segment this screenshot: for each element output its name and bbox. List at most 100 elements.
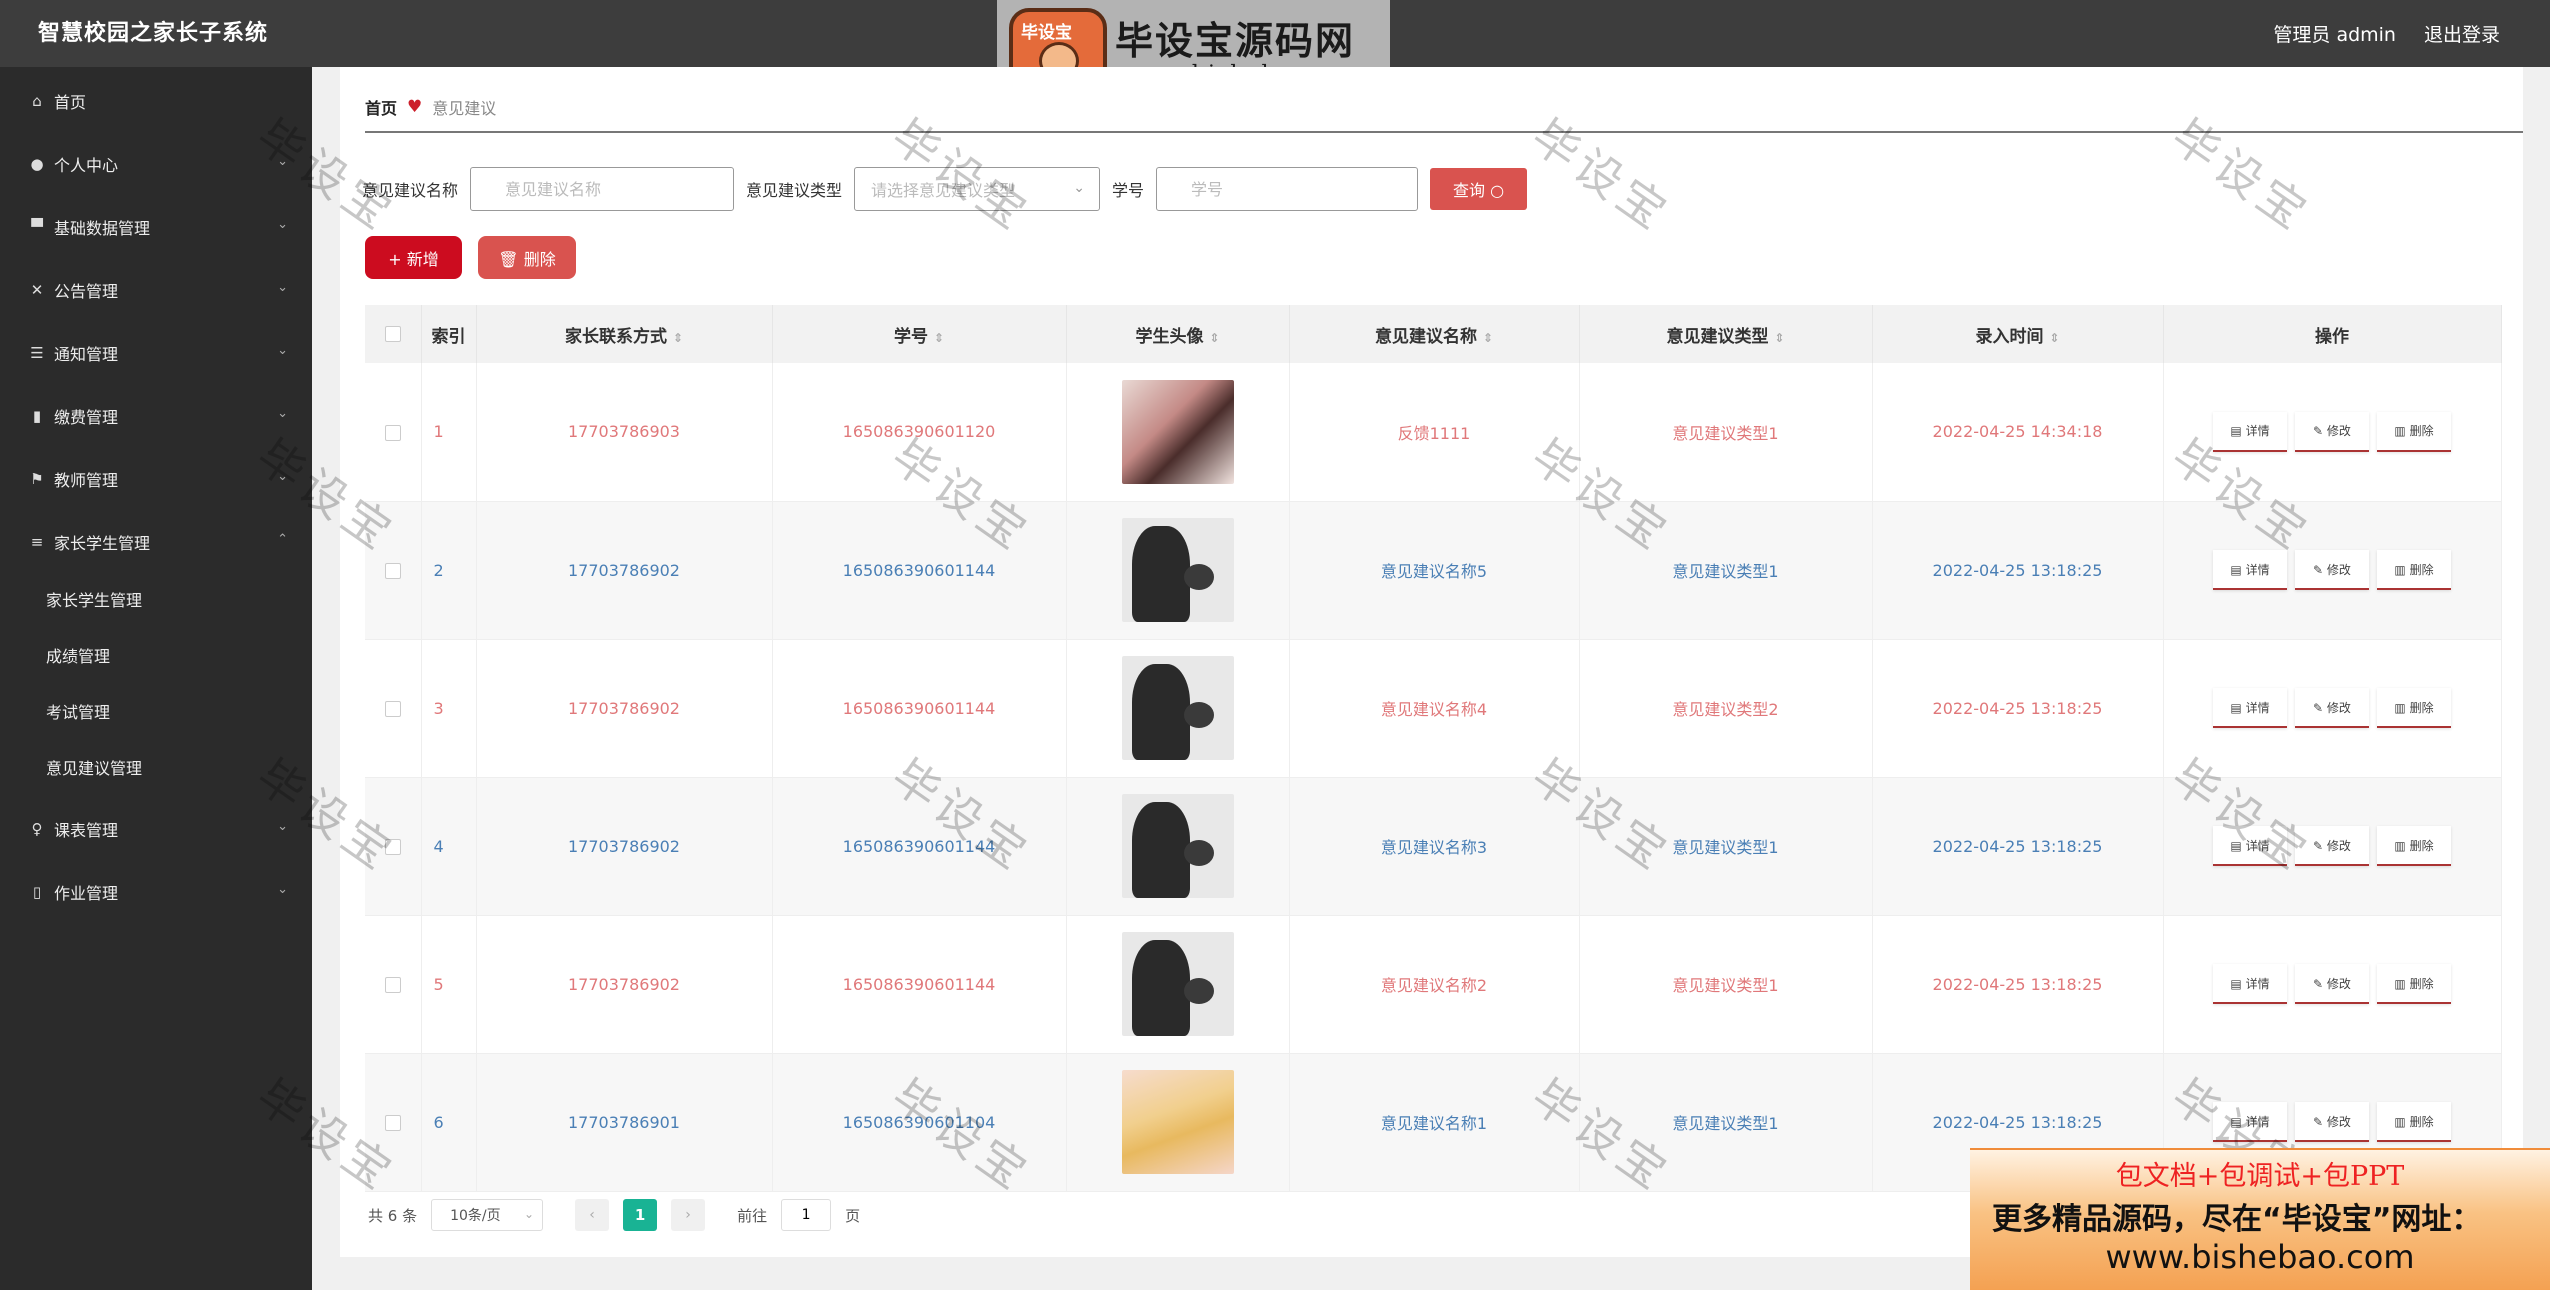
sidebar-item-parent-student[interactable]: ≡ 家长学生管理 ⌃: [0, 510, 312, 573]
row-checkbox[interactable]: [384, 1115, 401, 1131]
avatar-header[interactable]: 学生头像 ⇕: [1066, 305, 1290, 363]
edit-label: 修改: [2326, 700, 2351, 715]
delete-label: 删除: [2409, 976, 2434, 991]
detail-button[interactable]: ▤ 详情: [2213, 826, 2287, 866]
admin-user-label[interactable]: 管理员 admin: [2273, 20, 2396, 47]
detail-label: 详情: [2245, 838, 2270, 853]
name-header[interactable]: 意见建议名称 ⇕: [1289, 305, 1580, 363]
student-number-input[interactable]: [1156, 167, 1419, 211]
select-all-checkbox[interactable]: [384, 326, 401, 342]
edit-button[interactable]: ✎ 修改: [2295, 826, 2369, 866]
sidebar-subitem-parent-student[interactable]: 家长学生管理: [0, 573, 312, 629]
edit-button[interactable]: ✎ 修改: [2295, 964, 2369, 1004]
feedback-name-input[interactable]: [470, 167, 735, 211]
sort-icon[interactable]: ⇕: [2049, 331, 2059, 345]
sort-icon[interactable]: ⇕: [1209, 331, 1219, 345]
detail-label: 详情: [2245, 700, 2270, 715]
row-student-no: 165086390601144: [772, 777, 1067, 916]
type-header[interactable]: 意见建议类型 ⇕: [1579, 305, 1873, 363]
select-all-header[interactable]: [365, 305, 422, 363]
page-size-select[interactable]: 10条/页 ⌄: [431, 1199, 544, 1231]
delete-button[interactable]: ▥ 删除: [2377, 826, 2451, 866]
row-name: 意见建议名称2: [1289, 915, 1580, 1054]
sidebar-item-notice[interactable]: ☰ 通知管理 ⌄: [0, 321, 312, 384]
sidebar-subitem-grades[interactable]: 成绩管理: [0, 629, 312, 685]
page-jump-input[interactable]: [781, 1199, 832, 1231]
chevron-down-icon: ⌄: [277, 406, 288, 421]
logo-text: 毕设宝源码网: [1115, 19, 1356, 63]
row-name: 意见建议名称4: [1289, 639, 1580, 778]
sidebar-item-profile[interactable]: ● 个人中心 ⌄: [0, 132, 312, 195]
sidebar-item-label: 首页: [54, 92, 87, 112]
edit-button[interactable]: ✎ 修改: [2295, 550, 2369, 590]
edit-label: 修改: [2326, 976, 2351, 991]
heart-icon: ♥: [407, 97, 423, 117]
student-avatar[interactable]: [1121, 932, 1234, 1036]
delete-button[interactable]: ▥ 删除: [2377, 688, 2451, 728]
delete-button[interactable]: ▥ 删除: [2377, 550, 2451, 590]
delete-button[interactable]: ▥ 删除: [2377, 1102, 2451, 1142]
contact-header[interactable]: 家长联系方式 ⇕: [476, 305, 773, 363]
prev-page-button[interactable]: ‹: [575, 1199, 610, 1231]
sidebar-item-label: 通知管理: [54, 344, 119, 364]
edit-button[interactable]: ✎ 修改: [2295, 688, 2369, 728]
time-header[interactable]: 录入时间 ⇕: [1872, 305, 2164, 363]
trash-icon: ▥: [2394, 838, 2410, 853]
student-avatar[interactable]: [1121, 656, 1234, 760]
edit-button[interactable]: ✎ 修改: [2295, 411, 2369, 452]
chevron-down-icon: ⌄: [1073, 180, 1086, 196]
row-contact: 17703786902: [476, 915, 773, 1054]
row-checkbox[interactable]: [384, 424, 401, 441]
row-checkbox[interactable]: [384, 563, 401, 579]
sort-icon[interactable]: ⇕: [673, 331, 683, 345]
home-icon: ⌂: [32, 91, 42, 110]
row-student-no: 165086390601120: [772, 363, 1067, 502]
sidebar-item-home[interactable]: ⌂ 首页: [0, 69, 312, 132]
delete-button[interactable]: ▥ 删除: [2377, 411, 2451, 452]
delete-button[interactable]: ▥ 删除: [2377, 964, 2451, 1004]
row-name: 意见建议名称3: [1289, 777, 1580, 916]
chevron-up-icon: ⌃: [277, 532, 288, 547]
sidebar-subitem-exams[interactable]: 考试管理: [0, 685, 312, 741]
breadcrumb-home[interactable]: 首页: [365, 95, 397, 119]
chevron-down-icon: ⌄: [277, 154, 288, 169]
next-page-button[interactable]: ›: [671, 1199, 706, 1231]
trash-icon: 🗑: [498, 249, 524, 269]
table-row: 3 17703786902 165086390601144 意见建议名称4 意见…: [365, 639, 2502, 778]
sort-icon[interactable]: ⇕: [1483, 331, 1493, 345]
sort-icon[interactable]: ⇕: [1774, 331, 1784, 345]
sidebar-item-basic-data[interactable]: ▀ 基础数据管理 ⌄: [0, 195, 312, 258]
edit-label: 修改: [2326, 562, 2351, 577]
batch-delete-button[interactable]: 🗑 删除: [478, 236, 576, 279]
ad-line-1: 包文档+包调试+包PPT: [2115, 1161, 2405, 1192]
sidebar-item-timetable[interactable]: ♀ 课表管理 ⌄: [0, 797, 312, 860]
sidebar-item-homework[interactable]: ▯ 作业管理 ⌄: [0, 860, 312, 923]
sidebar-subitem-feedback[interactable]: 意见建议管理: [0, 741, 312, 797]
row-time: 2022-04-25 13:18:25: [1872, 915, 2164, 1054]
logout-button[interactable]: 退出登录: [2424, 20, 2500, 47]
detail-button[interactable]: ▤ 详情: [2213, 964, 2287, 1004]
query-button[interactable]: 查询 ○: [1430, 168, 1528, 210]
edit-button[interactable]: ✎ 修改: [2295, 1102, 2369, 1142]
sidebar-item-payment[interactable]: ▮ 缴费管理 ⌄: [0, 384, 312, 447]
add-button[interactable]: + 新增: [365, 236, 462, 279]
row-checkbox[interactable]: [384, 977, 401, 993]
page-number-button[interactable]: 1: [623, 1199, 658, 1231]
sidebar-item-announcement[interactable]: ✕ 公告管理 ⌄: [0, 258, 312, 321]
detail-button[interactable]: ▤ 详情: [2213, 1102, 2287, 1142]
row-checkbox[interactable]: [384, 839, 401, 855]
student-avatar[interactable]: [1121, 379, 1234, 484]
detail-button[interactable]: ▤ 详情: [2213, 688, 2287, 728]
student-avatar[interactable]: [1121, 1070, 1234, 1174]
sort-icon[interactable]: ⇕: [934, 331, 944, 345]
ad-banner[interactable]: 包文档+包调试+包PPT 更多精品源码，尽在“毕设宝”网址： www.bishe…: [1970, 1148, 2550, 1290]
sidebar-item-teacher[interactable]: ⚑ 教师管理 ⌄: [0, 447, 312, 510]
delete-label: 删除: [2409, 562, 2434, 577]
student-avatar[interactable]: [1121, 794, 1234, 898]
detail-button[interactable]: ▤ 详情: [2213, 411, 2287, 452]
feedback-type-select[interactable]: 请选择意见建议类型 ⌄: [854, 167, 1101, 211]
student-avatar[interactable]: [1121, 518, 1234, 622]
row-checkbox[interactable]: [384, 701, 401, 717]
student-no-header[interactable]: 学号 ⇕: [772, 305, 1067, 363]
detail-button[interactable]: ▤ 详情: [2213, 550, 2287, 590]
